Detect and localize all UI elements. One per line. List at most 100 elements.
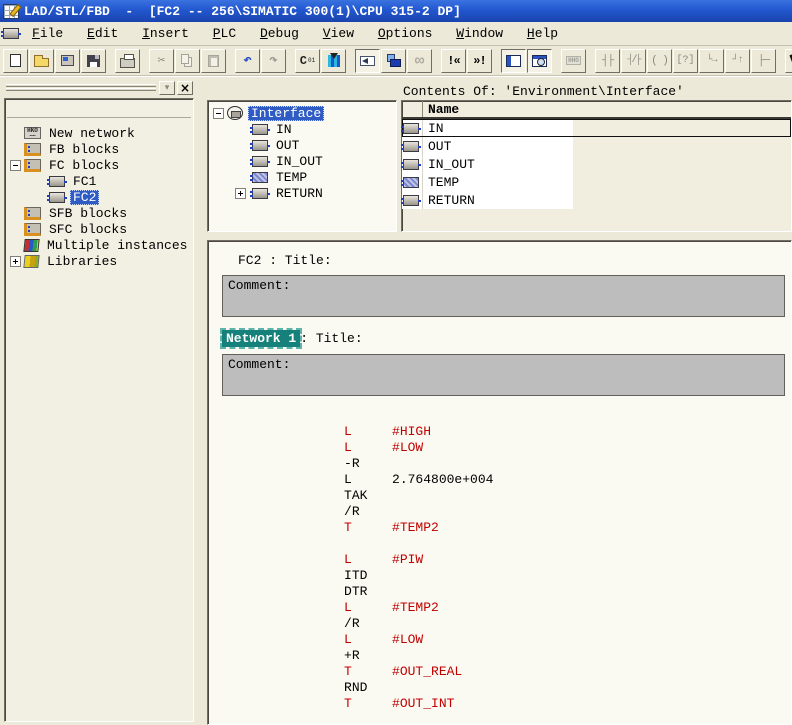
redo-button[interactable] xyxy=(261,49,286,73)
iface-item-interface[interactable]: Interface xyxy=(208,105,396,121)
tree-item-fb-blocks[interactable]: FB blocks xyxy=(5,141,193,157)
save-button[interactable] xyxy=(81,49,106,73)
code-line[interactable]: L#HIGH xyxy=(208,409,791,425)
block-title[interactable]: FC2 : Title: xyxy=(238,253,791,268)
tree-item-label: FC2 xyxy=(70,190,99,205)
title-bar[interactable]: LAD/STL/FBD - [FC2 -- 256\SIMATIC 300(1)… xyxy=(0,0,792,22)
tree-expander[interactable] xyxy=(10,256,21,267)
contents-row-in[interactable]: IN xyxy=(402,119,791,137)
stl-opcode: RND xyxy=(344,680,392,695)
paste-button[interactable] xyxy=(201,49,226,73)
tree-item-multiple-instances[interactable]: Multiple instances xyxy=(5,237,193,253)
toolbar xyxy=(0,46,792,76)
iface-item-in-out[interactable]: IN_OUT xyxy=(208,153,396,169)
declaration-icon xyxy=(403,195,419,206)
application-window: LAD/STL/FBD - [FC2 -- 256\SIMATIC 300(1)… xyxy=(0,0,792,725)
menu-window[interactable]: Window xyxy=(448,24,511,43)
tree-item-new-network[interactable]: New network xyxy=(5,125,193,141)
menu-edit[interactable]: Edit xyxy=(79,24,126,43)
menu-items: File Edit Insert PLC Debug View Options … xyxy=(24,24,566,43)
stl-operand: #OUT_INT xyxy=(392,696,454,711)
connector-button[interactable] xyxy=(751,49,776,73)
contents-row-temp[interactable]: TEMP xyxy=(402,173,791,191)
contents-row-out[interactable]: OUT xyxy=(402,137,791,155)
contents-row-return[interactable]: RETURN xyxy=(402,191,791,209)
row-name-cell: IN xyxy=(423,119,573,137)
menu-bar: File Edit Insert PLC Debug View Options … xyxy=(0,22,792,46)
tree-item-sfc-blocks[interactable]: SFC blocks xyxy=(5,221,193,237)
tree-item-icon xyxy=(24,207,41,220)
close-branch-button[interactable] xyxy=(725,49,750,73)
undo-button[interactable] xyxy=(235,49,260,73)
detail-view-button[interactable] xyxy=(527,49,552,73)
symbol-info-button[interactable] xyxy=(381,49,406,73)
empty-box-button[interactable] xyxy=(673,49,698,73)
stl-opcode: /R xyxy=(344,616,392,631)
block-comment-box[interactable]: Comment: xyxy=(222,275,785,317)
next-error-button[interactable] xyxy=(467,49,492,73)
palette-header xyxy=(4,80,194,98)
iface-item-in[interactable]: IN xyxy=(208,121,396,137)
palette-drag-grip[interactable] xyxy=(6,84,156,92)
declaration-icon xyxy=(403,159,419,170)
stl-operand: #OUT_REAL xyxy=(392,664,462,679)
overview-toggle-button[interactable] xyxy=(501,49,526,73)
coil-button[interactable] xyxy=(647,49,672,73)
tree-expander[interactable] xyxy=(10,160,21,171)
tree-item-sfb-blocks[interactable]: SFB blocks xyxy=(5,205,193,221)
open-branch-button[interactable] xyxy=(699,49,724,73)
stl-operand: #LOW xyxy=(392,632,423,647)
tree-item-label: FC1 xyxy=(70,174,99,189)
iface-item-out[interactable]: OUT xyxy=(208,137,396,153)
stl-code-editor[interactable]: FC2 : Title: Comment: Network 1: Title: … xyxy=(207,240,792,725)
network-badge[interactable]: Network 1 xyxy=(222,330,300,347)
address-mode-button[interactable] xyxy=(295,49,320,73)
tree-item-label: New network xyxy=(46,126,138,141)
iface-item-temp[interactable]: TEMP xyxy=(208,169,396,185)
tree-item-libraries[interactable]: Libraries xyxy=(5,253,193,269)
network-title-line: Network 1: Title: xyxy=(222,330,791,347)
stl-operand: #PIW xyxy=(392,552,423,567)
copy-button[interactable] xyxy=(175,49,200,73)
contact-nc-button[interactable] xyxy=(621,49,646,73)
contents-row-in-out[interactable]: IN_OUT xyxy=(402,155,791,173)
close-icon[interactable] xyxy=(177,81,193,95)
previous-error-button[interactable] xyxy=(441,49,466,73)
help-select-button[interactable] xyxy=(785,49,792,73)
interface-tree-pane: Interface IN OUT IN_OUT xyxy=(207,100,397,232)
declaration-icon xyxy=(227,106,243,120)
network-comment-box[interactable]: Comment: xyxy=(222,354,785,396)
open-button[interactable] xyxy=(29,49,54,73)
tree-expander[interactable] xyxy=(213,108,224,119)
chevron-down-icon[interactable] xyxy=(159,81,175,95)
iface-item-return[interactable]: RETURN xyxy=(208,185,396,201)
menu-options[interactable]: Options xyxy=(370,24,441,43)
tree-item-label: SFC blocks xyxy=(46,222,130,237)
stl-opcode: L xyxy=(344,552,392,567)
download-button[interactable] xyxy=(55,49,80,73)
menu-view[interactable]: View xyxy=(315,24,362,43)
name-column-header: Name xyxy=(423,102,459,117)
comment-toggle-button[interactable] xyxy=(355,49,380,73)
print-button[interactable] xyxy=(115,49,140,73)
load-memory-button[interactable] xyxy=(321,49,346,73)
tree-item-icon xyxy=(24,223,41,236)
tree-expander[interactable] xyxy=(235,188,246,199)
cut-button[interactable] xyxy=(149,49,174,73)
menu-insert[interactable]: Insert xyxy=(134,24,197,43)
new-button[interactable] xyxy=(3,49,28,73)
tree-item-fc2[interactable]: FC2 xyxy=(5,189,193,205)
menu-plc[interactable]: PLC xyxy=(205,24,244,43)
tree-item-fc1[interactable]: FC1 xyxy=(5,173,193,189)
monitor-glasses-button[interactable] xyxy=(407,49,432,73)
menu-file[interactable]: File xyxy=(24,24,71,43)
tree-item-icon xyxy=(24,127,41,139)
tree-item-fc-blocks[interactable]: FC blocks xyxy=(5,157,193,173)
row-icon-cell xyxy=(402,119,423,137)
contact-no-button[interactable] xyxy=(595,49,620,73)
menu-help[interactable]: Help xyxy=(519,24,566,43)
stl-opcode: T xyxy=(344,696,392,711)
new-network-button[interactable] xyxy=(561,49,586,73)
icon-column-header xyxy=(402,101,423,117)
menu-debug[interactable]: Debug xyxy=(252,24,307,43)
